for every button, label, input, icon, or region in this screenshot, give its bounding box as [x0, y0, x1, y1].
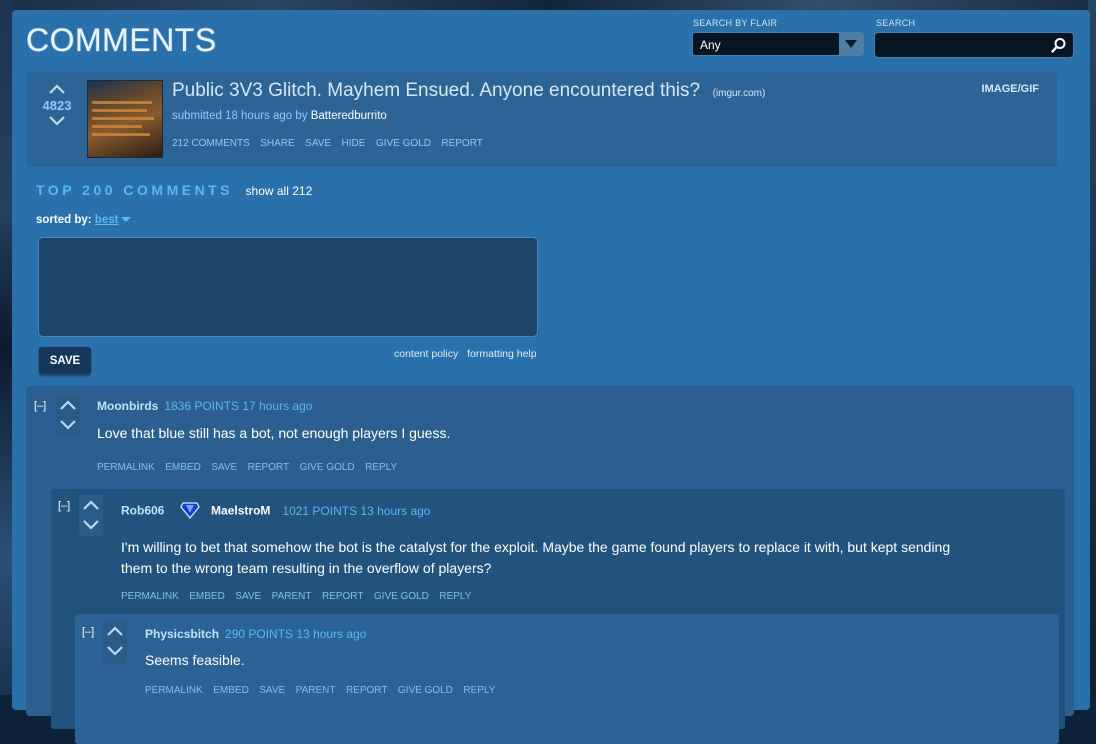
comment-body: I'm willing to bet that somehow the bot …	[121, 539, 951, 576]
flair-filter-value: Any	[700, 38, 721, 52]
reply-link[interactable]: REPLY	[463, 685, 495, 696]
content-policy-link[interactable]: content policy	[394, 348, 458, 360]
embed-link[interactable]: EMBED	[165, 462, 201, 473]
parent-link[interactable]: PARENT	[272, 591, 312, 602]
show-all-link[interactable]: show all 212	[246, 184, 313, 198]
post-domain[interactable]: (imgur.com)	[713, 88, 766, 99]
post-title[interactable]: Public 3V3 Glitch. Mayhem Ensued. Anyone…	[172, 80, 700, 101]
post-card: 4823 Public 3V3 Glitch. Mayhem Ensued. A…	[27, 72, 1057, 167]
comment-points: 290 POINTS 13 hours ago	[225, 627, 367, 641]
comment-textarea[interactable]	[38, 237, 538, 337]
sorted-label: sorted by:	[36, 214, 92, 226]
save-link[interactable]: SAVE	[235, 591, 261, 602]
chevron-down-icon[interactable]	[839, 33, 863, 55]
comment-author[interactable]: Moonbirds	[97, 399, 158, 413]
report-link[interactable]: REPORT	[248, 462, 290, 473]
downvote-icon[interactable]	[58, 418, 78, 432]
save-link[interactable]: SAVE	[211, 462, 237, 473]
diamond-rank-icon	[179, 501, 200, 522]
embed-link[interactable]: EMBED	[189, 591, 225, 602]
comment-vote	[56, 394, 80, 436]
comment-actions: PERMALINK EMBED SAVE PARENT REPORT GIVE …	[121, 586, 477, 604]
post-actions: 212 COMMENTS SHARE SAVE HIDE GIVE GOLD R…	[172, 133, 489, 151]
search-label: SEARCH	[876, 18, 916, 28]
sort-dropdown[interactable]: best	[95, 214, 119, 226]
comment-points: 1836 POINTS 17 hours ago	[164, 399, 313, 413]
search-icon[interactable]	[1051, 37, 1067, 58]
post-comments-link[interactable]: 212 COMMENTS	[172, 138, 250, 149]
post-author[interactable]: Batteredburrito	[311, 110, 387, 122]
save-link[interactable]: SAVE	[259, 685, 285, 696]
upvote-icon[interactable]	[58, 398, 78, 412]
permalink-link[interactable]: PERMALINK	[145, 685, 203, 696]
post-save-link[interactable]: SAVE	[305, 138, 331, 149]
collapse-toggle[interactable]: [–]	[34, 400, 46, 412]
comment-body: Seems feasible.	[145, 652, 245, 668]
post-share-link[interactable]: SHARE	[260, 138, 294, 149]
formatting-help-link[interactable]: formatting help	[467, 348, 536, 360]
permalink-link[interactable]: PERMALINK	[121, 591, 179, 602]
give-gold-link[interactable]: GIVE GOLD	[398, 685, 453, 696]
parent-link[interactable]: PARENT	[296, 685, 336, 696]
comment-vote	[103, 620, 127, 664]
comment-reply: [–] Rob606 MaelstroM 1021 POINTS 13 hours…	[51, 489, 1065, 744]
permalink-link[interactable]: PERMALINK	[97, 462, 155, 473]
sort-control: sorted by: best	[36, 214, 132, 226]
give-gold-link[interactable]: GIVE GOLD	[374, 591, 429, 602]
downvote-icon[interactable]	[47, 114, 67, 128]
page-title: COMMENTS	[26, 22, 217, 58]
background-left	[0, 0, 12, 695]
comment-meta: Rob606 MaelstroM 1021 POINTS 13 hours ago	[121, 501, 430, 522]
comment-vote	[79, 494, 103, 536]
comment-body: Love that blue still has a bot, not enou…	[97, 425, 451, 441]
collapse-toggle[interactable]: [–]	[82, 626, 94, 638]
post-hide-link[interactable]: HIDE	[342, 138, 366, 149]
downvote-icon[interactable]	[105, 644, 125, 658]
comment-help-links: content policy formatting help	[388, 348, 537, 360]
downvote-icon[interactable]	[81, 518, 101, 532]
comment-meta: Moonbirds 1836 POINTS 17 hours ago	[97, 399, 312, 413]
report-link[interactable]: REPORT	[322, 591, 364, 602]
post-flair[interactable]: IMAGE/GIF	[982, 83, 1039, 95]
reply-link[interactable]: REPLY	[439, 591, 471, 602]
comment-actions: PERMALINK EMBED SAVE PARENT REPORT GIVE …	[145, 680, 501, 698]
comment-author[interactable]: Physicsbitch	[145, 627, 219, 641]
reply-link[interactable]: REPLY	[365, 462, 397, 473]
comment-actions: PERMALINK EMBED SAVE REPORT GIVE GOLD RE…	[97, 457, 403, 475]
upvote-icon[interactable]	[105, 624, 125, 638]
comment-author[interactable]: Rob606	[121, 504, 164, 518]
chevron-down-icon[interactable]	[121, 217, 132, 223]
comments-heading: TOP 200 COMMENTS show all 212	[36, 182, 312, 200]
flair-filter-select[interactable]: Any	[692, 32, 864, 56]
comment-meta: Physicsbitch 290 POINTS 13 hours ago	[145, 627, 366, 641]
post-give-gold-link[interactable]: GIVE GOLD	[376, 138, 431, 149]
search-field[interactable]	[874, 32, 1074, 58]
post-report-link[interactable]: REPORT	[441, 138, 483, 149]
post-meta-prefix: submitted 18 hours ago by	[172, 110, 308, 122]
upvote-icon[interactable]	[81, 498, 101, 512]
post-score: 4823	[42, 98, 72, 113]
collapse-toggle[interactable]: [–]	[58, 500, 70, 512]
comment-thread: [–] Moonbirds 1836 POINTS 17 hours ago Lo…	[26, 386, 1074, 744]
post-title-row: Public 3V3 Glitch. Mayhem Ensued. Anyone…	[172, 80, 765, 102]
post-meta: submitted 18 hours ago by Batteredburrit…	[172, 110, 387, 122]
main-panel: COMMENTS SEARCH BY FLAIR Any SEARCH 4823…	[12, 10, 1090, 744]
top-comments-title: TOP 200 COMMENTS	[36, 182, 234, 198]
report-link[interactable]: REPORT	[346, 685, 388, 696]
comment-points: 1021 POINTS 13 hours ago	[282, 503, 431, 518]
post-thumbnail[interactable]	[87, 80, 163, 158]
search-input[interactable]	[879, 35, 1043, 57]
post-vote: 4823	[35, 82, 79, 128]
upvote-icon[interactable]	[47, 82, 67, 96]
embed-link[interactable]: EMBED	[213, 685, 249, 696]
give-gold-link[interactable]: GIVE GOLD	[300, 462, 355, 473]
save-comment-button[interactable]: SAVE	[39, 347, 91, 374]
user-flair: MaelstroM	[211, 503, 271, 518]
comment-reply: [–] Physicsbitch 290 POINTS 13 hours ago …	[75, 614, 1059, 744]
flair-filter-label: SEARCH BY FLAIR	[693, 18, 778, 28]
